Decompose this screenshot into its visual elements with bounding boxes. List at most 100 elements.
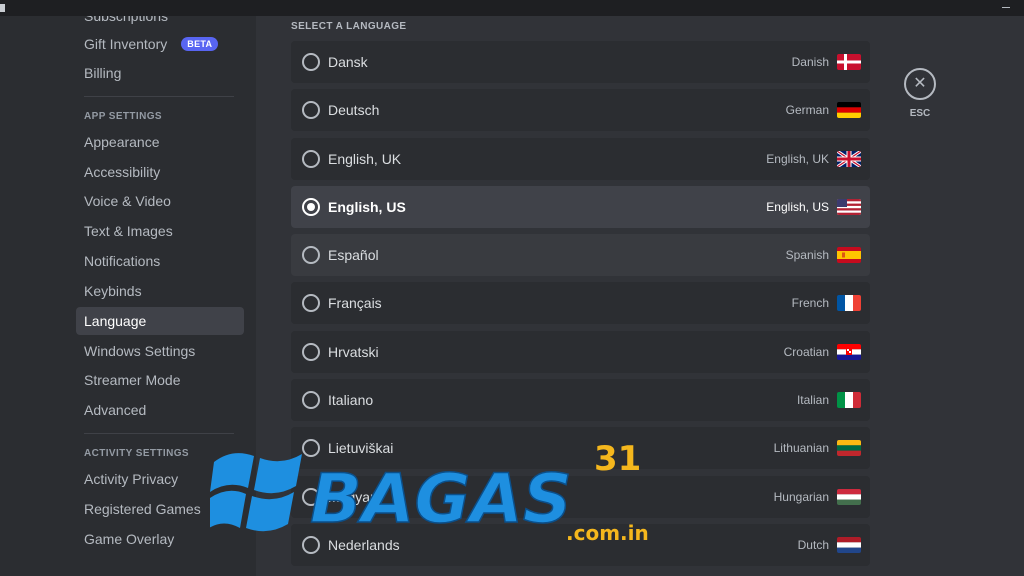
esc-label: ESC	[909, 108, 931, 119]
beta-badge: BETA	[181, 37, 219, 51]
language-native-name: Español	[328, 247, 379, 264]
radio-button[interactable]	[302, 149, 320, 168]
language-english-name: French	[791, 296, 829, 311]
language-option-hrvatski[interactable]: Hrvatski Croatian	[291, 330, 870, 373]
language-option-italiano[interactable]: Italiano Italian	[291, 379, 870, 422]
language-english-name: Dutch	[797, 537, 829, 552]
language-native-name: Magyar	[328, 488, 375, 505]
sidebar-item-label: Text & Images	[84, 223, 173, 239]
radio-button[interactable]	[302, 439, 320, 458]
sidebar-item-label: Gift Inventory	[84, 36, 168, 52]
sidebar-item-windows-settings[interactable]: Windows Settings	[76, 337, 244, 365]
language-list: Dansk Danish Deutsch German English, UK …	[291, 41, 870, 572]
sidebar-item-label: Advanced	[84, 402, 147, 418]
radio-button[interactable]	[302, 53, 320, 71]
sidebar-item-game-overlay[interactable]: Game Overlay	[76, 525, 244, 553]
title-bar	[0, 0, 1024, 16]
sidebar-item-text-images[interactable]: Text & Images	[76, 217, 244, 245]
section-title: SELECT A LANGUAGE	[291, 21, 407, 32]
language-english-name: Hungarian	[773, 489, 829, 504]
close-icon: ✕	[913, 75, 927, 92]
language-option-magyar[interactable]: Magyar Hungarian	[291, 475, 870, 518]
language-english-name: Spanish	[785, 248, 829, 263]
sidebar-item-registered-games[interactable]: Registered Games	[76, 495, 244, 523]
language-english-name: Italian	[796, 393, 829, 408]
language-english-name: Danish	[791, 55, 829, 69]
language-option-nederlands[interactable]: Nederlands Dutch	[291, 523, 870, 566]
radio-button[interactable]	[302, 101, 320, 120]
radio-button[interactable]	[302, 391, 320, 410]
sidebar-divider	[84, 433, 234, 434]
app-settings-header: APP SETTINGS	[84, 111, 162, 122]
sidebar-item-label: Activity Privacy	[84, 471, 179, 487]
sidebar-item-label: Windows Settings	[84, 343, 196, 359]
flag-dk-icon	[837, 54, 861, 70]
language-option-english-uk[interactable]: English, UK English, UK	[291, 137, 870, 180]
sidebar-item-keybinds[interactable]: Keybinds	[76, 277, 244, 305]
language-native-name: Deutsch	[328, 102, 380, 119]
sidebar-item-voice-video[interactable]: Voice & Video	[76, 187, 244, 215]
language-english-name: English, US	[766, 199, 829, 214]
settings-sidebar: Subscriptions Gift Inventory BETA Billing…	[0, 16, 256, 576]
flag-hu-icon	[837, 488, 861, 505]
sidebar-item-label: Notifications	[84, 253, 161, 269]
close-button[interactable]: ✕	[904, 68, 936, 100]
language-native-name: Lietuviškai	[328, 440, 394, 457]
sidebar-item-label: Registered Games	[84, 501, 201, 517]
sidebar-item-label: Billing	[84, 65, 122, 81]
sidebar-item-label: Appearance	[84, 134, 160, 150]
language-option-espanol[interactable]: Español Spanish	[291, 234, 870, 277]
radio-button[interactable]	[302, 342, 320, 361]
language-native-name: Français	[328, 295, 382, 312]
sidebar-item-label: Subscriptions	[84, 16, 169, 24]
language-native-name: English, US	[328, 198, 406, 215]
app-icon	[0, 4, 5, 12]
flag-gb-icon	[837, 150, 861, 167]
flag-fr-icon	[837, 295, 861, 312]
language-native-name: Nederlands	[328, 536, 400, 553]
language-option-francais[interactable]: Français French	[291, 282, 870, 325]
sidebar-item-notifications[interactable]: Notifications	[76, 247, 244, 275]
sidebar-item-gift-inventory[interactable]: Gift Inventory BETA	[76, 30, 244, 58]
language-option-deutsch[interactable]: Deutsch German	[291, 89, 870, 132]
sidebar-item-label: Keybinds	[84, 283, 142, 299]
radio-button[interactable]	[302, 294, 320, 313]
language-english-name: Croatian	[783, 344, 829, 359]
radio-button[interactable]	[302, 535, 320, 554]
sidebar-item-subscriptions[interactable]: Subscriptions	[76, 16, 244, 30]
language-option-english-us[interactable]: English, US English, US	[291, 185, 870, 228]
sidebar-item-label: Language	[84, 313, 147, 329]
sidebar-divider	[84, 96, 234, 97]
sidebar-item-label: Voice & Video	[84, 193, 171, 209]
sidebar-item-activity-privacy[interactable]: Activity Privacy	[76, 465, 244, 493]
sidebar-item-billing[interactable]: Billing	[76, 59, 244, 87]
radio-button-checked[interactable]	[302, 197, 320, 216]
flag-lt-icon	[837, 440, 861, 457]
language-english-name: English, UK	[766, 151, 829, 166]
flag-es-icon	[837, 247, 861, 264]
sidebar-item-label: Streamer Mode	[84, 372, 181, 388]
minimize-icon[interactable]	[1002, 7, 1010, 8]
sidebar-item-label: Game Overlay	[84, 531, 175, 547]
sidebar-item-language[interactable]: Language	[76, 307, 244, 335]
flag-nl-icon	[837, 536, 861, 553]
language-option-dansk[interactable]: Dansk Danish	[291, 41, 870, 83]
sidebar-item-label: Accessibility	[84, 164, 161, 180]
radio-button[interactable]	[302, 487, 320, 506]
language-option-lietuviskai[interactable]: Lietuviškai Lithuanian	[291, 427, 870, 470]
flag-us-icon	[837, 198, 861, 215]
flag-hr-icon	[837, 343, 861, 360]
sidebar-item-appearance[interactable]: Appearance	[76, 128, 244, 156]
language-native-name: Dansk	[328, 54, 368, 70]
language-native-name: Italiano	[328, 392, 374, 409]
language-native-name: Hrvatski	[328, 343, 379, 360]
radio-button[interactable]	[302, 246, 320, 265]
sidebar-item-streamer-mode[interactable]: Streamer Mode	[76, 366, 244, 394]
flag-it-icon	[837, 392, 861, 409]
language-english-name: Lithuanian	[773, 441, 829, 456]
language-english-name: German	[785, 103, 829, 118]
activity-settings-header: ACTIVITY SETTINGS	[84, 448, 189, 459]
sidebar-item-advanced[interactable]: Advanced	[76, 396, 244, 424]
sidebar-item-accessibility[interactable]: Accessibility	[76, 158, 244, 186]
flag-de-icon	[837, 102, 861, 119]
